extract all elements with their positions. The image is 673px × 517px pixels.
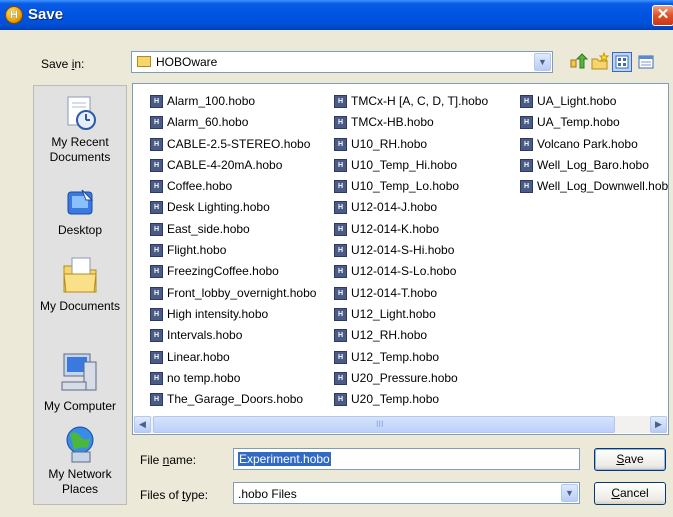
cancel-button[interactable]: Cancel [594, 482, 666, 505]
hobo-file-icon: H [334, 371, 347, 385]
scroll-grip: III [376, 419, 384, 429]
place-label: Desktop [57, 223, 103, 237]
hobo-file-icon: H [334, 222, 347, 236]
hobo-file-icon: H [520, 158, 533, 172]
places-bar: My Recent Documents Desktop My Documents [33, 85, 127, 505]
save-dialog: H Save ✕ Save in: HOBOware ▼ My Recent D… [0, 0, 673, 517]
hobo-file-icon: H [150, 329, 163, 343]
hobo-file-icon: H [150, 158, 163, 172]
hobo-file-icon: H [150, 307, 163, 321]
place-label: My Documents [39, 299, 121, 313]
window-title: Save [28, 6, 64, 23]
hobo-file-icon: H [334, 286, 347, 300]
hobo-file-icon: H [334, 137, 347, 151]
hobo-file-icon: H [150, 95, 163, 108]
scroll-left-button[interactable]: ◀ [134, 416, 151, 433]
hobo-file-icon: H [334, 95, 347, 108]
views-button[interactable] [612, 52, 632, 72]
place-my-documents[interactable]: My Documents [34, 252, 126, 314]
hobo-file-icon: H [150, 244, 163, 258]
file-name-label: File name: [140, 453, 197, 467]
place-desktop[interactable]: Desktop [34, 188, 126, 238]
tools-button[interactable] [636, 52, 656, 72]
hobo-file-icon: H [150, 201, 163, 215]
hobo-file-icon: H [520, 180, 533, 194]
hobo-file-icon: H [334, 201, 347, 215]
hobo-file-icon: H [150, 286, 163, 300]
scroll-thumb[interactable]: III [153, 416, 615, 433]
my-documents-folder-icon [63, 257, 97, 293]
hobo-file-icon: H [334, 265, 347, 279]
place-my-recent-documents[interactable]: My Recent Documents [34, 94, 126, 165]
place-my-network-places[interactable]: My Network Places [34, 424, 126, 497]
file-type-dropdown[interactable]: .hobo Files ▼ [233, 482, 580, 504]
hobo-file-icon: H [520, 95, 533, 108]
file-name-value: Experiment.hobo [238, 452, 331, 466]
new-folder-button[interactable] [590, 51, 610, 72]
hobo-file-icon: H [520, 137, 533, 151]
network-places-icon [66, 426, 94, 463]
place-label: My Computer [43, 399, 117, 413]
hobo-file-icon: H [334, 244, 347, 258]
save-in-dropdown[interactable]: HOBOware ▼ [131, 51, 553, 73]
hobo-file-icon: H [150, 393, 163, 407]
file-name-input[interactable]: Experiment.hobo [233, 448, 580, 470]
chevron-down-icon[interactable]: ▼ [534, 53, 551, 71]
up-one-level-button[interactable] [568, 52, 589, 72]
hobo-file-icon: H [150, 350, 163, 364]
hobo-file-icon: H [334, 350, 347, 364]
hobo-file-icon: H [334, 393, 347, 407]
close-button[interactable]: ✕ [652, 5, 673, 26]
hobo-file-icon: H [334, 329, 347, 343]
hobo-file-icon: H [150, 137, 163, 151]
place-label: My Recent Documents [49, 135, 111, 164]
hobo-file-icon: H [150, 116, 163, 130]
hobo-file-icon: H [334, 116, 347, 130]
file-list[interactable]: H Alarm_100.hobo H Alarm_60.hobo H CABLE-2.… [132, 83, 669, 435]
hobo-file-icon: H [334, 158, 347, 172]
new-folder-icon [591, 51, 610, 70]
desktop-icon [67, 189, 94, 215]
hobo-file-icon: H [334, 180, 347, 194]
hobo-file-icon: H [150, 371, 163, 385]
view-menu-icon [615, 55, 629, 69]
save-in-label: Save in: [41, 57, 85, 71]
scroll-right-button[interactable]: ▶ [650, 416, 667, 433]
horizontal-scrollbar[interactable]: ◀ III ▶ [134, 416, 667, 433]
save-in-value: HOBOware [156, 55, 218, 69]
hobo-file-icon: H [150, 265, 163, 279]
hobo-file-icon: H [150, 180, 163, 194]
place-my-computer[interactable]: My Computer [34, 348, 126, 414]
up-folder-icon [570, 53, 589, 69]
folder-icon [137, 56, 151, 67]
place-label: My Network Places [48, 467, 112, 496]
app-icon: H [5, 6, 23, 24]
file-type-label: Files of type: [140, 488, 209, 502]
recent-documents-icon [67, 96, 96, 130]
chevron-down-icon[interactable]: ▼ [561, 484, 578, 502]
title-bar[interactable]: H Save ✕ [0, 0, 673, 30]
my-computer-icon [61, 353, 97, 391]
hobo-file-icon: H [520, 116, 533, 130]
file-type-value: .hobo Files [238, 487, 297, 501]
hobo-file-icon: H [334, 307, 347, 321]
details-view-icon [638, 55, 654, 69]
save-button[interactable]: Save [594, 448, 666, 471]
hobo-file-icon: H [150, 222, 163, 236]
